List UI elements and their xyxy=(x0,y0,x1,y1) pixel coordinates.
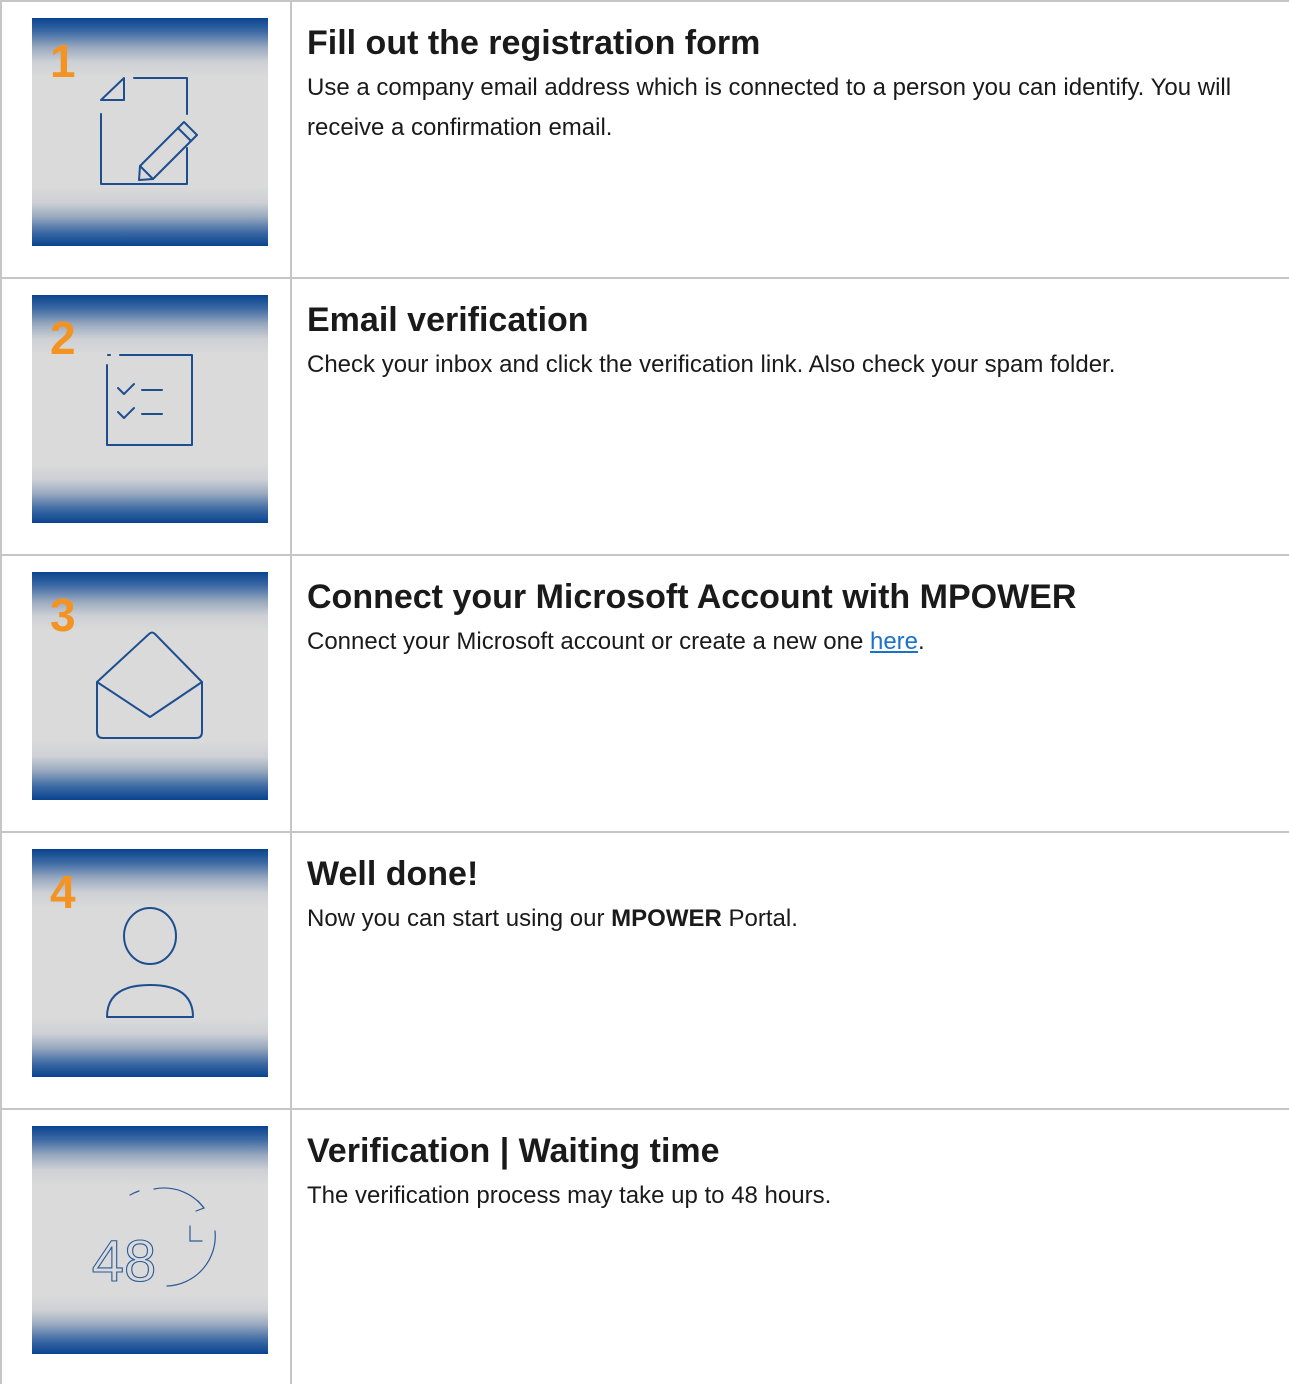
step-tile-2: 2 xyxy=(32,295,268,523)
step-description-text: Connect your Microsoft account or create… xyxy=(307,628,870,655)
step-tile-5: 48 xyxy=(32,1126,268,1354)
step-description: Connect your Microsoft account or create… xyxy=(307,622,1267,662)
step-text-3: Connect your Microsoft Account with MPOW… xyxy=(307,574,1267,662)
step-title: Well done! xyxy=(307,855,479,893)
step-row-2: 2 Email verification Check your inbox an… xyxy=(2,279,1289,556)
step-text-2: Email verification Check your inbox and … xyxy=(307,297,1267,385)
document-edit-icon xyxy=(100,77,198,185)
step-row-1: 1 Fill out the registration form Use a c… xyxy=(2,2,1289,279)
step-tile-4: 4 xyxy=(32,849,268,1077)
step-tile-3: 3 xyxy=(32,572,268,800)
create-account-link[interactable]: here xyxy=(870,628,918,655)
registration-steps-table: 1 Fill out the registration form Use a c… xyxy=(0,0,1289,1384)
step-text-4: Well done! Now you can start using our M… xyxy=(307,851,1267,939)
open-envelope-icon xyxy=(96,631,203,739)
step-tile-1: 1 xyxy=(32,18,268,246)
step-description: Check your inbox and click the verificat… xyxy=(307,351,1116,378)
step-description: Use a company email address which is con… xyxy=(307,74,1232,141)
user-icon xyxy=(106,907,194,1018)
brand-name: MPOWER xyxy=(611,905,722,932)
step-description-end: Portal. xyxy=(721,905,798,932)
step-row-4: 4 Well done! Now you can start using our… xyxy=(2,833,1289,1110)
step-description: Now you can start using our MPOWER Porta… xyxy=(307,899,1267,939)
checklist-icon xyxy=(106,354,193,446)
hours-label: 48 xyxy=(92,1229,157,1294)
step-text-1: Fill out the registration form Use a com… xyxy=(307,20,1267,148)
step-row-5: 48 Verification | Waiting time The verif… xyxy=(2,1110,1289,1384)
step-description: The verification process may take up to … xyxy=(307,1182,832,1209)
step-description-text: Now you can start using our xyxy=(307,905,612,932)
step-title: Verification | Waiting time xyxy=(307,1132,720,1170)
step-text-5: Verification | Waiting time The verifica… xyxy=(307,1128,1267,1216)
step-row-3: 3 Connect your Microsoft Account with MP… xyxy=(2,556,1289,833)
step-title: Connect your Microsoft Account with MPOW… xyxy=(307,578,1077,616)
step-title: Fill out the registration form xyxy=(307,24,761,62)
column-divider xyxy=(290,2,292,1384)
step-title: Email verification xyxy=(307,301,589,339)
step-description-end: . xyxy=(918,628,925,655)
48-hour-clock-icon: 48 xyxy=(91,1187,216,1295)
